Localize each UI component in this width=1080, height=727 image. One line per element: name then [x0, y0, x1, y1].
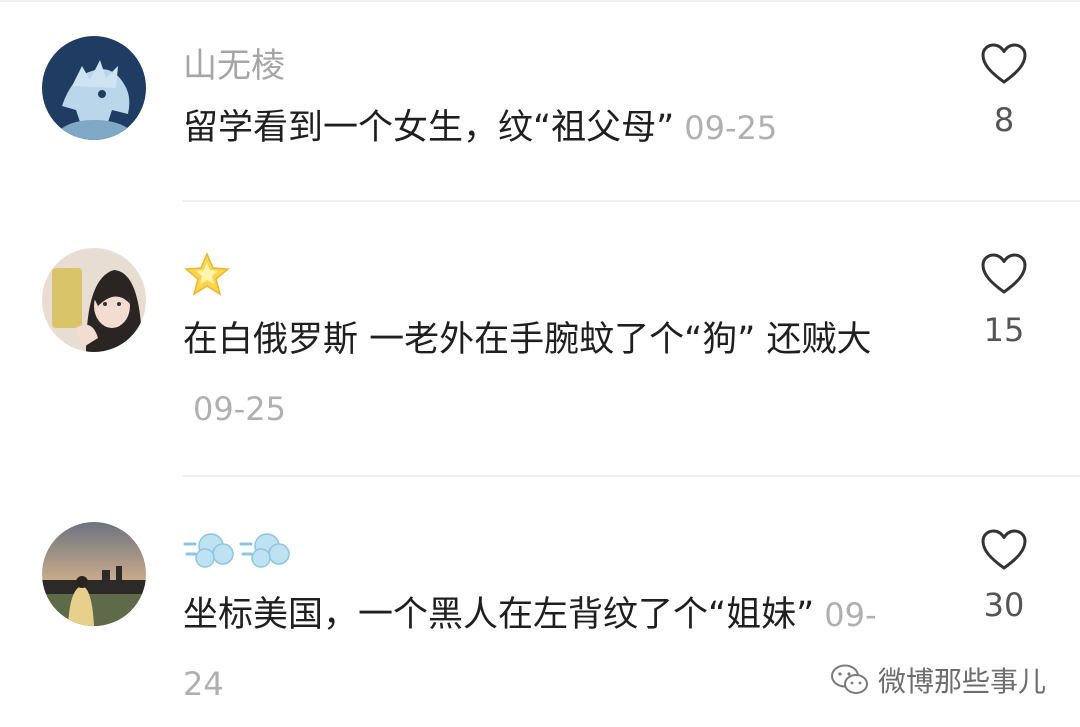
star-emoji-icon: [184, 252, 230, 296]
avatar[interactable]: [42, 248, 146, 352]
heart-icon[interactable]: [980, 528, 1028, 572]
heart-icon[interactable]: [980, 42, 1028, 86]
comment-date: 09-25: [193, 390, 286, 428]
comment-text: 留学看到一个女生，纹“祖父母” 09-25: [183, 94, 913, 163]
watermark: 微博那些事儿: [830, 660, 1046, 700]
comment-date: 09-25: [684, 109, 778, 147]
divider: [182, 200, 1080, 202]
anime-character-avatar-icon: [42, 36, 146, 140]
wechat-icon: [830, 664, 868, 694]
comment-body: 坐标美国，一个黑人在左背纹了个“姐妹”: [183, 595, 815, 635]
comment-text: 在白俄罗斯 一老外在手腕蚊了个“狗” 还贼大 09-25: [183, 306, 913, 444]
dash-emoji-pair-icon: [183, 533, 290, 568]
comment-text: 坐标美国，一个黑人在左背纹了个“姐妹” 09-24: [183, 581, 913, 719]
comment-body: 留学看到一个女生，纹“祖父母”: [183, 108, 675, 148]
like-count: 8: [993, 101, 1015, 139]
girl-selfie-avatar-icon: [42, 248, 146, 352]
top-divider: [0, 0, 1080, 2]
watermark-text: 微博那些事儿: [877, 665, 1046, 698]
comment-body: 在白俄罗斯 一老外在手腕蚊了个“狗” 还贼大: [183, 320, 872, 360]
avatar[interactable]: [42, 522, 146, 626]
username[interactable]: 山无棱: [183, 46, 285, 86]
heart-icon[interactable]: [980, 252, 1028, 296]
divider: [182, 475, 1080, 477]
sunset-skyline-avatar-icon: [42, 522, 146, 626]
like-count: 15: [983, 311, 1025, 349]
avatar[interactable]: [42, 36, 146, 140]
like-count: 30: [983, 586, 1025, 624]
